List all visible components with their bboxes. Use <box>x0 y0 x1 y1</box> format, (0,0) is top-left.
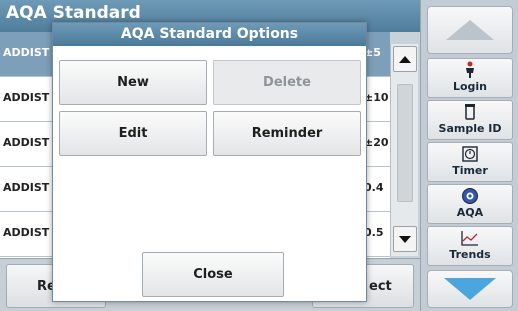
login-button[interactable]: Login <box>427 58 513 98</box>
row-name: ADDIST <box>3 91 50 104</box>
reminder-button-label: Reminder <box>251 126 323 141</box>
row-name: ADDIST <box>3 181 50 194</box>
row-name: ADDIST <box>3 46 50 59</box>
person-icon <box>428 61 512 79</box>
trends-label: Trends <box>449 248 491 261</box>
new-button-label: New <box>117 75 149 90</box>
new-button[interactable]: New <box>59 60 207 105</box>
row-name: ADDIST <box>3 226 50 239</box>
timer-icon <box>428 145 512 163</box>
sample-vial-icon <box>428 103 512 121</box>
trends-button[interactable]: Trends <box>427 226 513 266</box>
row-value: ±20 <box>364 136 389 149</box>
scroll-down-button[interactable] <box>393 226 417 252</box>
triangle-up-icon <box>446 20 494 40</box>
close-button-label: Close <box>193 267 233 282</box>
sample-id-button[interactable]: Sample ID <box>427 100 513 140</box>
delete-button[interactable]: Delete <box>213 60 361 105</box>
reminder-button[interactable]: Reminder <box>213 111 361 156</box>
aqa-label: AQA <box>456 206 484 219</box>
edit-button[interactable]: Edit <box>59 111 207 156</box>
triangle-down-icon <box>444 278 496 300</box>
bottom-right-label: ect <box>369 278 392 294</box>
sidebar: Login Sample ID Timer AQA Trends <box>420 0 518 311</box>
aqa-button[interactable]: AQA <box>427 184 513 224</box>
aqa-icon <box>428 187 512 205</box>
sample-id-label: Sample ID <box>438 122 502 135</box>
dialog-title: AQA Standard Options <box>53 23 366 46</box>
close-button[interactable]: Close <box>142 252 284 297</box>
delete-button-label: Delete <box>263 75 311 90</box>
scroll-up-button[interactable] <box>393 46 417 72</box>
scroll-thumb[interactable] <box>397 84 413 202</box>
login-label: Login <box>452 80 488 93</box>
row-value: ±10 <box>364 91 389 104</box>
options-dialog: AQA Standard Options New Delete Edit Rem… <box>52 22 367 302</box>
timer-button[interactable]: Timer <box>427 142 513 182</box>
list-scrollbar[interactable] <box>390 44 418 256</box>
arrow-down-icon <box>399 235 411 243</box>
trends-chart-icon <box>428 229 512 247</box>
timer-label: Timer <box>452 164 488 177</box>
screen-title: AQA Standard <box>6 3 141 23</box>
arrow-up-icon <box>399 55 411 63</box>
nav-down-button[interactable] <box>427 270 513 308</box>
edit-button-label: Edit <box>118 126 148 141</box>
row-name: ADDIST <box>3 136 50 149</box>
nav-up-button[interactable] <box>427 6 513 54</box>
